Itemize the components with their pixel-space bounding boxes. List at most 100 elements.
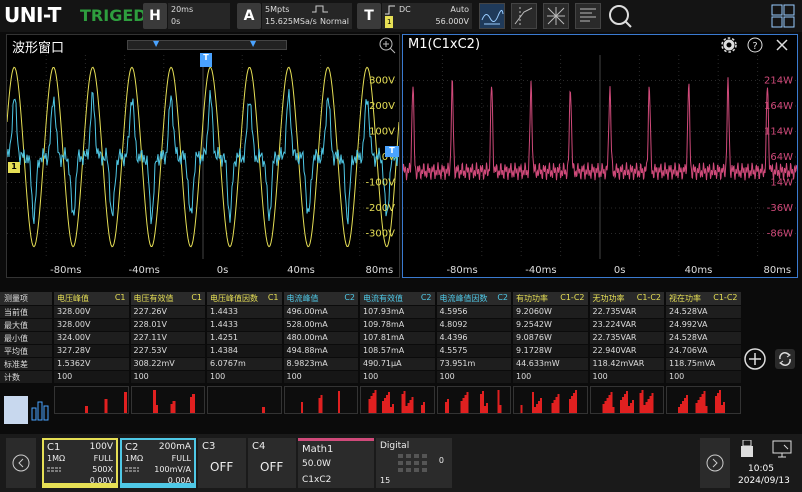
column-name: 电流峰值 <box>286 294 319 303</box>
ch4-name: C4 <box>252 441 266 452</box>
memory-overview-bar[interactable]: ▼ ▼ <box>127 39 287 50</box>
refresh-icon[interactable] <box>774 348 796 370</box>
horizontal-info[interactable]: 20ms 0s <box>168 3 230 29</box>
math1-button[interactable]: Math1 50.0W C1xC2 <box>298 438 374 488</box>
histogram-bar <box>532 392 534 413</box>
table-cell: 494.88mA <box>283 345 358 357</box>
digital-button[interactable]: Digital 0 15 <box>376 438 452 488</box>
histogram-bar <box>411 397 414 413</box>
ch1-scale: 100V <box>89 442 113 452</box>
svg-text:?: ? <box>752 41 757 52</box>
table-cell: 4.4396 <box>436 332 511 344</box>
acquire-info[interactable]: 5Mpts 15.625MSa/s Normal <box>262 3 352 29</box>
trigger-level: 56.000V <box>435 17 469 26</box>
trigger-info[interactable]: DC Auto 1 56.000V <box>382 3 472 29</box>
y-tick-label: -100V <box>365 178 395 189</box>
column-header[interactable]: 电压峰值 C1 <box>54 292 129 305</box>
zoom-in-icon[interactable] <box>379 37 397 55</box>
zoom-icon[interactable] <box>607 3 633 29</box>
histogram-bar <box>368 399 371 413</box>
settings-icon[interactable] <box>721 37 737 53</box>
scroll-right-button[interactable] <box>700 438 730 488</box>
math-window[interactable]: M1(C1xC2) ? 214W 164W 114W 64W 14W -36W -86W -8… <box>402 34 798 278</box>
column-header[interactable]: 电压有效值 C1 <box>130 292 205 305</box>
histogram-bar <box>717 393 719 413</box>
histogram-bar <box>623 394 626 413</box>
bar-chart-icon[interactable] <box>30 398 50 422</box>
histogram-bar <box>85 406 88 413</box>
table-cell: 23.224VAR <box>589 319 664 331</box>
report-icon[interactable] <box>575 3 601 29</box>
measure-wave-icon[interactable] <box>479 3 505 29</box>
row-label: 平均值 <box>0 345 52 357</box>
histogram-bar <box>318 398 320 413</box>
ch2-scale: 200mA <box>158 442 191 452</box>
table-cell: 1.4433 <box>207 319 282 331</box>
histogram-bar <box>481 391 484 413</box>
x-tick-label: 0s <box>217 265 229 276</box>
x-tick-label: -80ms <box>50 265 81 276</box>
histogram-bar <box>390 407 392 413</box>
network-connection-icon[interactable] <box>772 440 792 458</box>
table-cell: 9.2060W <box>513 306 588 318</box>
trigger-button[interactable]: T <box>357 3 381 29</box>
histogram-bar <box>464 395 466 413</box>
histogram-bar <box>604 401 606 413</box>
histogram-bar <box>479 394 482 413</box>
math1-name: Math1 <box>302 444 334 455</box>
histogram-bar <box>682 401 684 413</box>
grid-layout-icon[interactable] <box>770 3 796 29</box>
column-channel: C1-C2 <box>713 293 738 302</box>
row-label: 计数 <box>0 371 52 383</box>
y-tick-label: 200V <box>369 101 395 112</box>
y-tick-label: 114W <box>764 127 793 138</box>
column-header[interactable]: 视在功率 C1-C2 <box>666 292 741 305</box>
trigger-level-marker[interactable]: T <box>385 146 399 157</box>
close-icon[interactable] <box>775 38 789 52</box>
column-header[interactable]: 有功功率 C1-C2 <box>513 292 588 305</box>
y-tick-label: 214W <box>764 76 793 87</box>
table-cell: 22.940VAR <box>589 345 664 357</box>
table-cell: 496.00mA <box>283 306 358 318</box>
ch2-button[interactable]: C2 200mA 1MΩ FULL 100mV/A 0.00A <box>120 438 196 488</box>
usb-storage-icon[interactable] <box>740 440 754 458</box>
scroll-left-button[interactable] <box>6 438 36 488</box>
column-header[interactable]: 电流峰值 C2 <box>283 292 358 305</box>
column-header[interactable]: 电压峰值因数 C1 <box>207 292 282 305</box>
histogram-bar <box>405 406 408 413</box>
column-header[interactable]: 电流峰值因数 C2 <box>436 292 511 305</box>
histogram-bar <box>462 398 464 413</box>
add-measurement-icon[interactable] <box>744 348 766 370</box>
clock-date: 2024/09/13 <box>738 476 790 486</box>
table-cell: 9.0876W <box>513 332 588 344</box>
horizontal-button[interactable]: H <box>143 3 167 29</box>
column-header[interactable]: 无功功率 C1-C2 <box>589 292 664 305</box>
pulse-icon <box>312 5 328 13</box>
ch4-button[interactable]: C4 OFF <box>248 438 296 488</box>
network-icon[interactable] <box>543 3 569 29</box>
histogram-toggle[interactable] <box>4 396 28 424</box>
cursor-icon[interactable] <box>511 3 537 29</box>
help-icon[interactable]: ? <box>747 37 763 53</box>
waveform-window[interactable]: 波形窗口 ▼ ▼ 300V 200V 100V 0V -100V -200V -300V -8… <box>6 34 400 278</box>
ch1-button[interactable]: C1 100V 1MΩ FULL 500X 0.00V <box>42 438 118 488</box>
histogram-bar <box>621 397 624 413</box>
histogram-bar <box>540 398 542 413</box>
acquire-button[interactable]: A <box>237 3 261 29</box>
ch1-name: C1 <box>47 442 61 453</box>
trigger-position-marker[interactable]: T <box>200 53 212 67</box>
histogram-bar <box>571 396 573 413</box>
column-name: 无功功率 <box>592 294 625 303</box>
ch3-name: C3 <box>202 441 216 452</box>
ch1-level-marker[interactable]: 1 <box>8 162 20 173</box>
histogram-bar <box>649 396 651 413</box>
ch3-button[interactable]: C3 OFF <box>198 438 246 488</box>
histogram-bar <box>170 404 173 413</box>
column-header[interactable]: 电流有效值 C2 <box>360 292 435 305</box>
table-cell: 1.4433 <box>207 306 282 318</box>
table-cell: 9.2542W <box>513 319 588 331</box>
histogram-bar <box>705 406 708 413</box>
table-cell: 227.11V <box>130 332 205 344</box>
table-cell: 9.1728W <box>513 345 588 357</box>
trigger-source: 1 <box>385 16 394 28</box>
